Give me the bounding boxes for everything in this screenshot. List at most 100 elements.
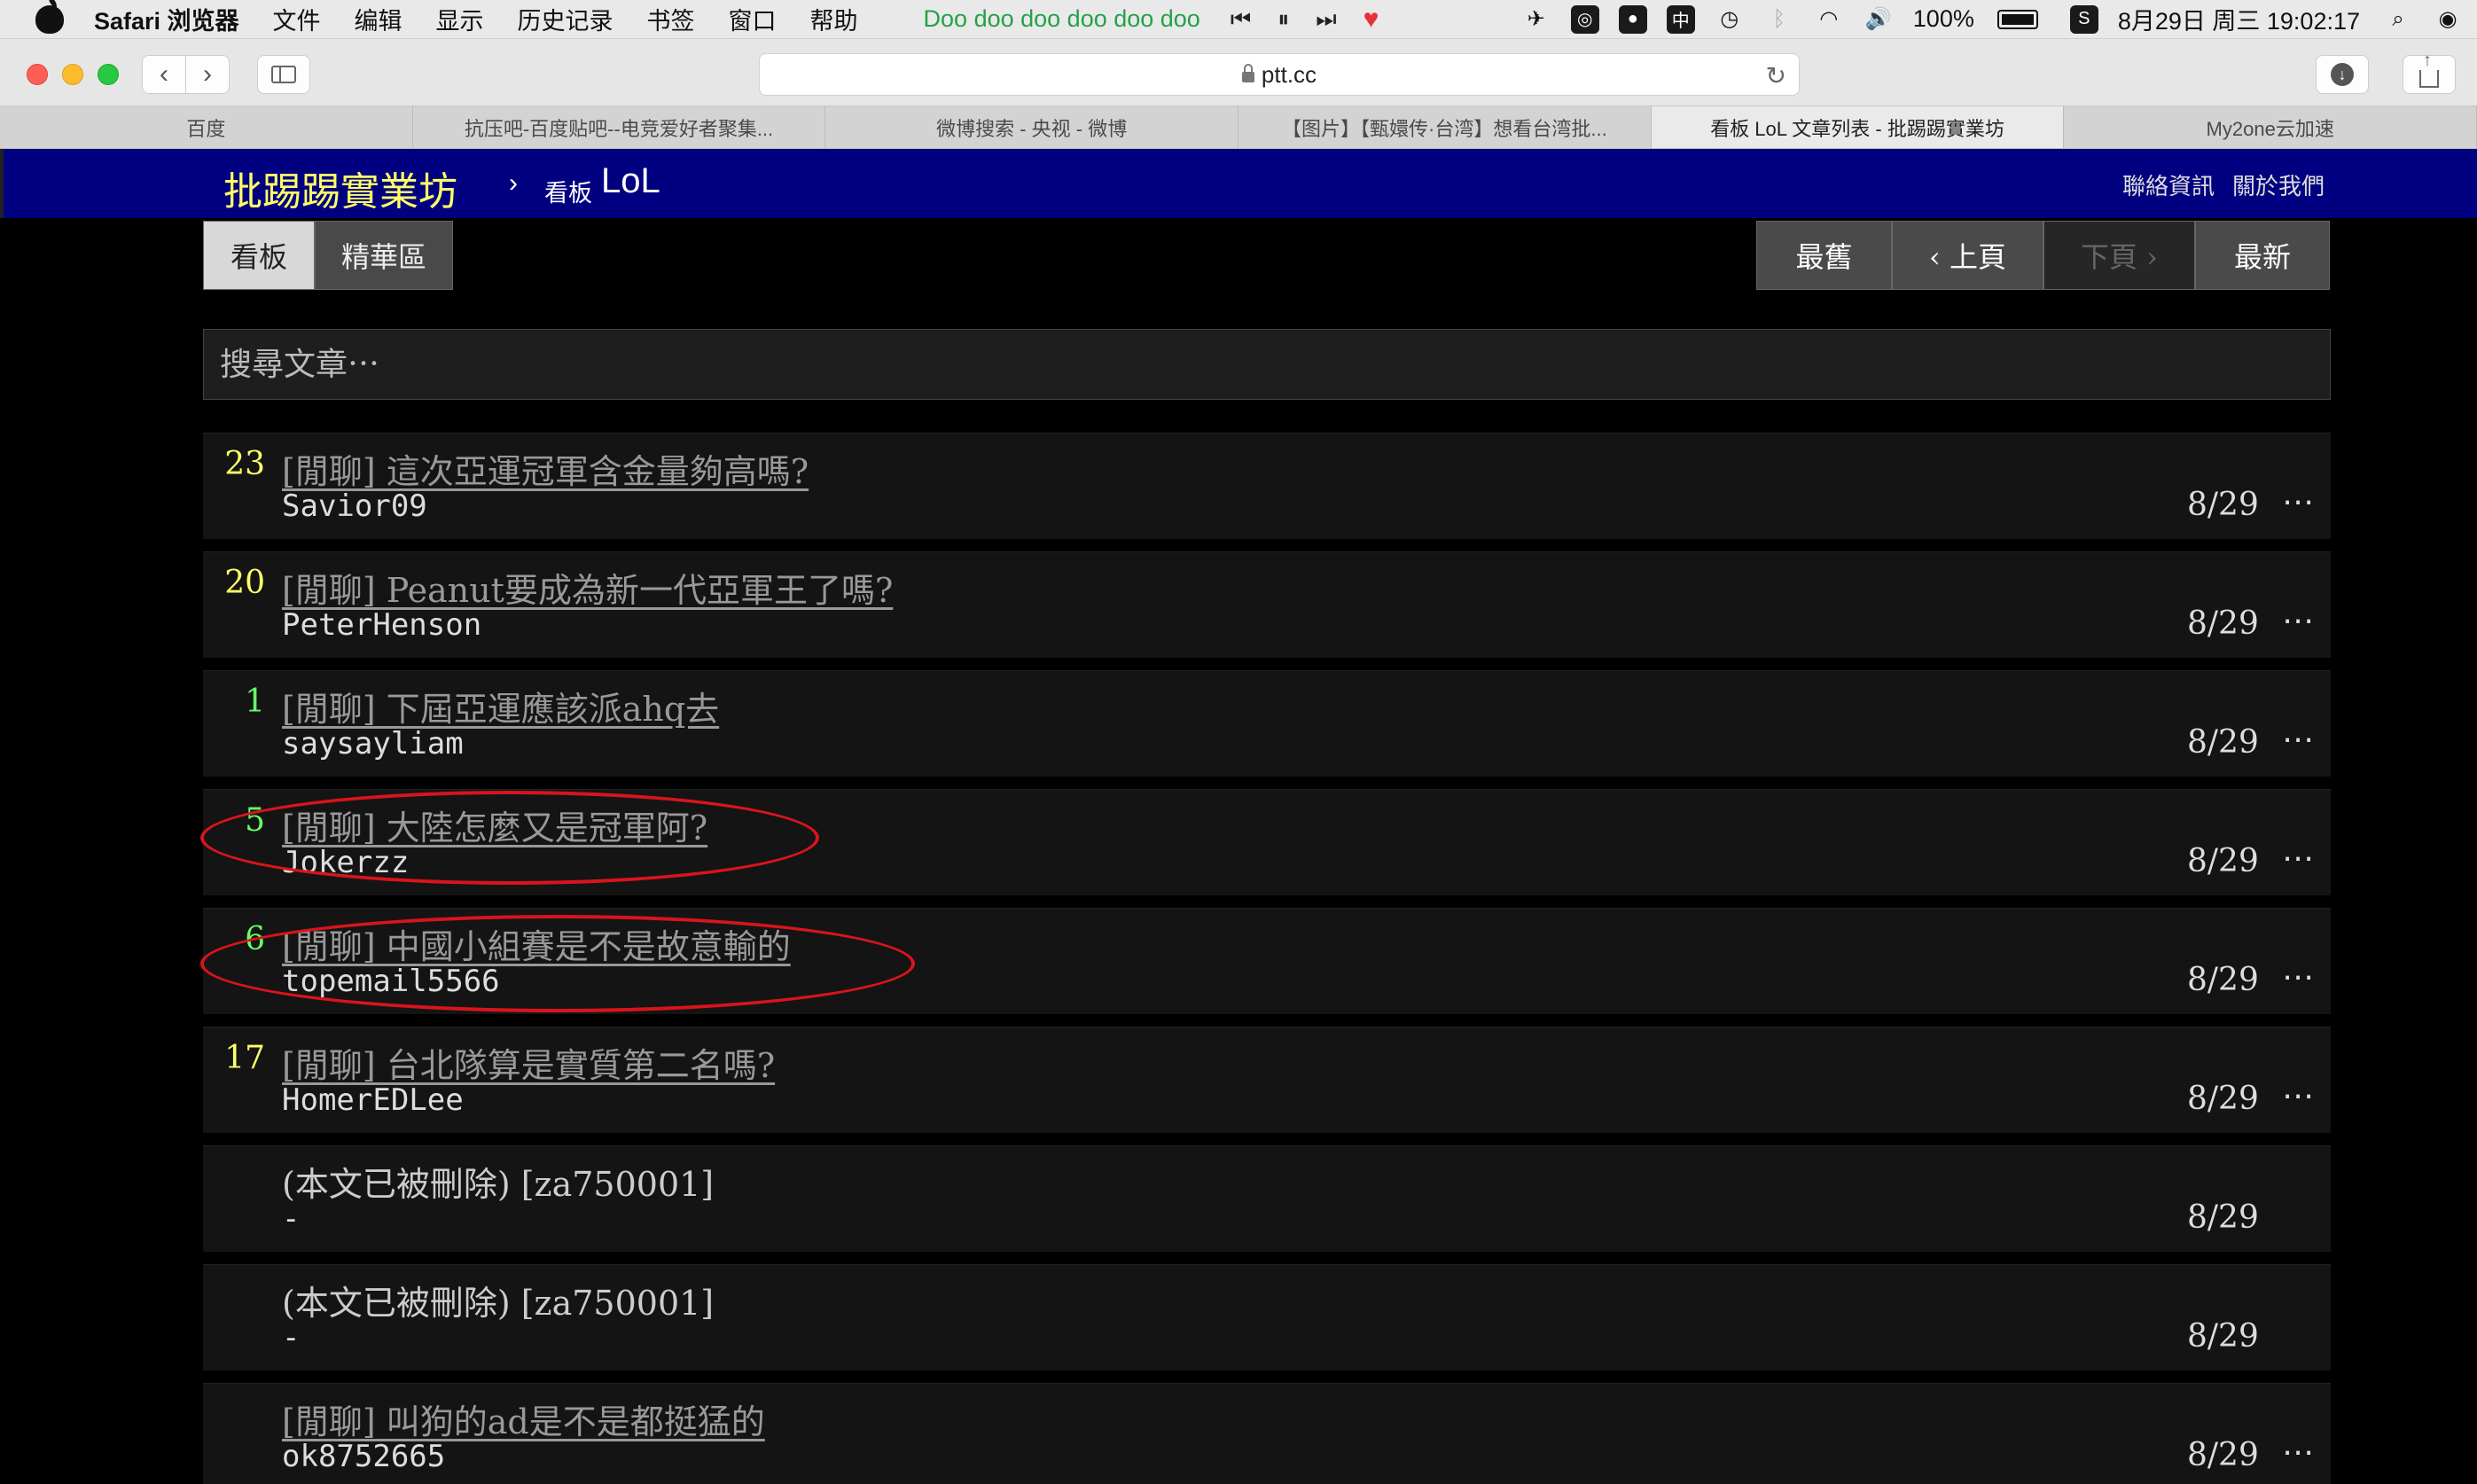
post-author: -	[282, 1320, 301, 1355]
more-menu-icon[interactable]: ⋯	[2282, 1077, 2316, 1114]
post-title-link[interactable]: [閒聊] 大陸怎麼又是冠軍阿?	[282, 801, 707, 849]
menu-file[interactable]: 文件	[273, 2, 321, 36]
post-row: 23 [閒聊] 這次亞運冠軍含金量夠高嗎? Savior09 8/29 ⋯	[203, 433, 2331, 539]
post-title-link[interactable]: [閒聊] 中國小組賽是不是故意輸的	[282, 919, 791, 968]
menu-app-name[interactable]: Safari 浏览器	[94, 2, 239, 36]
pause-icon[interactable]: ⏸	[1278, 5, 1289, 34]
menu-edit[interactable]: 编辑	[355, 2, 402, 36]
address-bar[interactable]: ptt.cc ↻	[759, 53, 1800, 96]
sync-app-icon[interactable]: S	[2069, 4, 2098, 34]
push-count: 17	[224, 1040, 265, 1076]
window-minimize-button[interactable]	[62, 64, 83, 85]
about-link[interactable]: 關於我們	[2232, 168, 2325, 201]
menu-window[interactable]: 窗口	[729, 2, 777, 36]
menu-bookmarks[interactable]: 书签	[647, 2, 695, 36]
window-zoom-button[interactable]	[98, 64, 119, 85]
post-date: 8/29	[2187, 962, 2259, 998]
post-title-deleted: (本文已被刪除) [za750001]	[282, 1165, 715, 1204]
chevron-right-icon: ›	[203, 59, 212, 89]
search-input[interactable]	[220, 346, 2330, 383]
more-menu-icon[interactable]: ⋯	[2282, 840, 2316, 877]
post-title-link[interactable]: [閒聊] 這次亞運冠軍含金量夠高嗎?	[282, 444, 809, 493]
reload-icon[interactable]: ↻	[1766, 61, 1786, 90]
post-row: 17 [閒聊] 台北隊算是實質第二名嗎? HomerEDLee 8/29 ⋯	[203, 1027, 2331, 1133]
more-menu-icon[interactable]: ⋯	[2282, 483, 2316, 520]
battery-icon[interactable]	[1996, 9, 2038, 29]
browser-tab-bar: 百度 抗压吧-百度贴吧--电竞爱好者聚集... 微博搜索 - 央视 - 微博 【…	[0, 106, 2477, 149]
macos-menubar: Safari 浏览器 文件 编辑 显示 历史记录 书签 窗口 帮助 Doo do…	[0, 0, 2477, 39]
browser-tab[interactable]: 微博搜索 - 央视 - 微博	[825, 106, 1239, 148]
forward-button[interactable]: ›	[185, 55, 230, 94]
sidebar-toggle-button[interactable]	[257, 55, 310, 94]
wifi-icon[interactable]: ◠	[1814, 5, 1844, 34]
post-row: 6 [閒聊] 中國小組賽是不是故意輸的 topemail5566 8/29 ⋯	[203, 908, 2331, 1014]
post-row: [閒聊] 叫狗的ad是不是都挺猛的 ok8752665 8/29 ⋯	[203, 1383, 2331, 1484]
time-machine-icon[interactable]: ◷	[1715, 5, 1745, 34]
more-menu-icon[interactable]: ⋯	[2282, 1433, 2316, 1471]
back-button[interactable]: ‹	[142, 55, 186, 94]
window-close-button[interactable]	[27, 64, 48, 85]
tab-board[interactable]: 看板	[203, 221, 315, 290]
breadcrumb-chevron-icon: ›	[509, 168, 518, 198]
send-icon[interactable]: ✈	[1521, 5, 1551, 34]
more-menu-icon[interactable]: ⋯	[2282, 721, 2316, 758]
browser-tab[interactable]: 抗压吧-百度贴吧--电竞爱好者聚集...	[413, 106, 826, 148]
spotlight-search-icon[interactable]: ⌕	[2383, 5, 2413, 34]
post-date: 8/29	[2187, 1081, 2259, 1117]
menu-history[interactable]: 历史记录	[518, 2, 613, 36]
address-url: ptt.cc	[1261, 60, 1317, 88]
post-date: 8/29	[2187, 487, 2259, 523]
newest-page-button[interactable]: 最新	[2195, 221, 2330, 290]
lock-icon	[1241, 64, 1254, 82]
oldest-page-button[interactable]: 最舊	[1756, 221, 1892, 290]
tab-digest[interactable]: 精華區	[315, 221, 453, 290]
browser-tab-active[interactable]: 看板 LoL 文章列表 - 批踢踢實業坊	[1651, 106, 2065, 148]
contact-link[interactable]: 聯絡資訊	[2122, 168, 2215, 201]
post-date: 8/29	[2187, 843, 2259, 879]
now-playing-text[interactable]: Doo doo doo doo doo doo	[924, 5, 1200, 33]
push-count: 6	[245, 921, 265, 957]
menubar-clock[interactable]: 8月29日 周三 19:02:17	[2118, 2, 2360, 36]
post-title-link[interactable]: [閒聊] 叫狗的ad是不是都挺猛的	[282, 1394, 765, 1443]
next-page-button[interactable]: 下頁 ›	[2043, 221, 2195, 290]
input-method-icon[interactable]: 中	[1666, 4, 1695, 34]
menu-help[interactable]: 帮助	[810, 2, 858, 36]
previous-track-icon[interactable]: ⏮	[1231, 5, 1251, 34]
siri-icon[interactable]: ◉	[2433, 5, 2463, 34]
chevron-left-icon: ‹	[160, 59, 168, 89]
post-author: Jokerzz	[282, 845, 410, 880]
heart-icon[interactable]: ♥	[1364, 4, 1379, 35]
apple-menu-icon[interactable]	[35, 0, 64, 34]
status-app-icon[interactable]: ◎	[1570, 4, 1599, 34]
post-author: ok8752665	[282, 1439, 446, 1474]
menu-view[interactable]: 显示	[436, 2, 484, 36]
post-row: 20 [閒聊] Peanut要成為新一代亞軍王了嗎? PeterHenson 8…	[203, 551, 2331, 658]
post-date: 8/29	[2187, 724, 2259, 761]
post-title-link[interactable]: [閒聊] 下屆亞運應該派ahq去	[282, 682, 719, 730]
bluetooth-icon[interactable]: ᛒ	[1764, 5, 1794, 34]
push-count: 20	[224, 565, 265, 601]
volume-icon[interactable]: 🔊	[1864, 5, 1894, 34]
share-button[interactable]	[2403, 51, 2456, 94]
post-author: topemail5566	[282, 964, 500, 999]
browser-tab[interactable]: 【图片】【甄嬛传·台湾】想看台湾批...	[1238, 106, 1652, 148]
more-menu-icon[interactable]: ⋯	[2282, 602, 2316, 639]
search-bar	[203, 329, 2331, 400]
site-logo-link[interactable]: 批踢踢實業坊	[223, 160, 457, 216]
board-label[interactable]: 看板	[544, 174, 592, 208]
post-row: 5 [閒聊] 大陸怎麼又是冠軍阿? Jokerzz 8/29 ⋯	[203, 789, 2331, 895]
board-name-link[interactable]: LoL	[601, 161, 660, 201]
post-title-link[interactable]: [閒聊] Peanut要成為新一代亞軍王了嗎?	[282, 563, 893, 612]
post-title-link[interactable]: [閒聊] 台北隊算是實質第二名嗎?	[282, 1038, 775, 1087]
post-author: HomerEDLee	[282, 1082, 464, 1118]
browser-tab[interactable]: My2one云加速	[2064, 106, 2477, 148]
more-menu-icon[interactable]: ⋯	[2282, 958, 2316, 996]
downloads-button[interactable]: ↓	[2316, 55, 2369, 94]
push-count: 1	[245, 683, 265, 720]
browser-tab[interactable]: 百度	[0, 106, 413, 148]
safari-toolbar: ‹ › ptt.cc ↻ ↓	[0, 39, 2477, 106]
microphone-icon[interactable]: ●	[1618, 4, 1647, 34]
previous-page-button[interactable]: ‹ 上頁	[1892, 221, 2043, 290]
next-track-icon[interactable]: ⏭	[1316, 5, 1336, 34]
post-author: saysayliam	[282, 726, 464, 762]
